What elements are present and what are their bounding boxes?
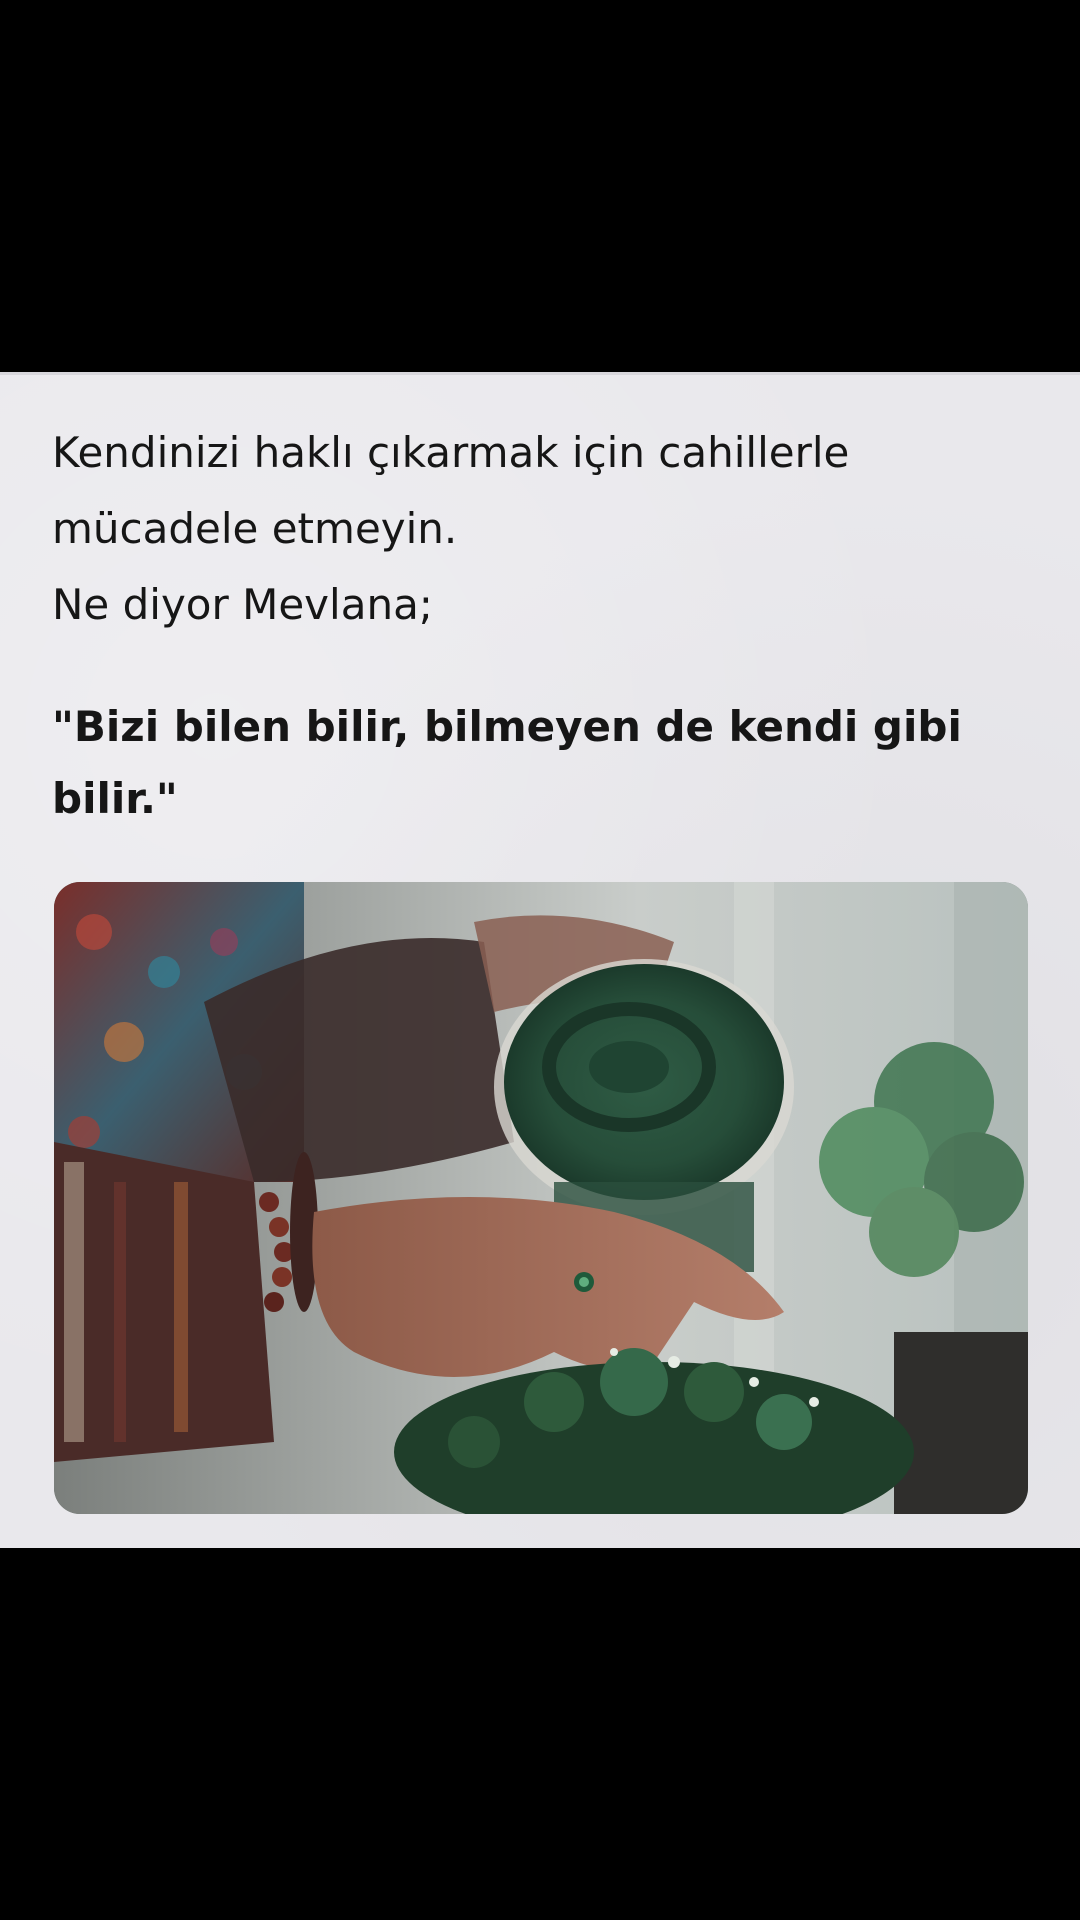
screen: Kendinizi haklı çıkarmak için cahillerle… — [0, 0, 1080, 1920]
post-text-line: Kendinizi haklı çıkarmak için cahillerle — [52, 428, 850, 477]
post-card: Kendinizi haklı çıkarmak için cahillerle… — [0, 372, 1080, 1548]
quote-line: bilir." — [52, 774, 178, 823]
post-text: Kendinizi haklı çıkarmak için cahillerle… — [52, 415, 1032, 835]
post-image-illustration — [54, 882, 1028, 1514]
post-image[interactable] — [54, 882, 1028, 1514]
post-text-line: mücadele etmeyin. — [52, 504, 458, 553]
post-text-line: Ne diyor Mevlana; — [52, 580, 433, 629]
quote-line: "Bizi bilen bilir, bilmeyen de kendi gib… — [52, 702, 962, 751]
